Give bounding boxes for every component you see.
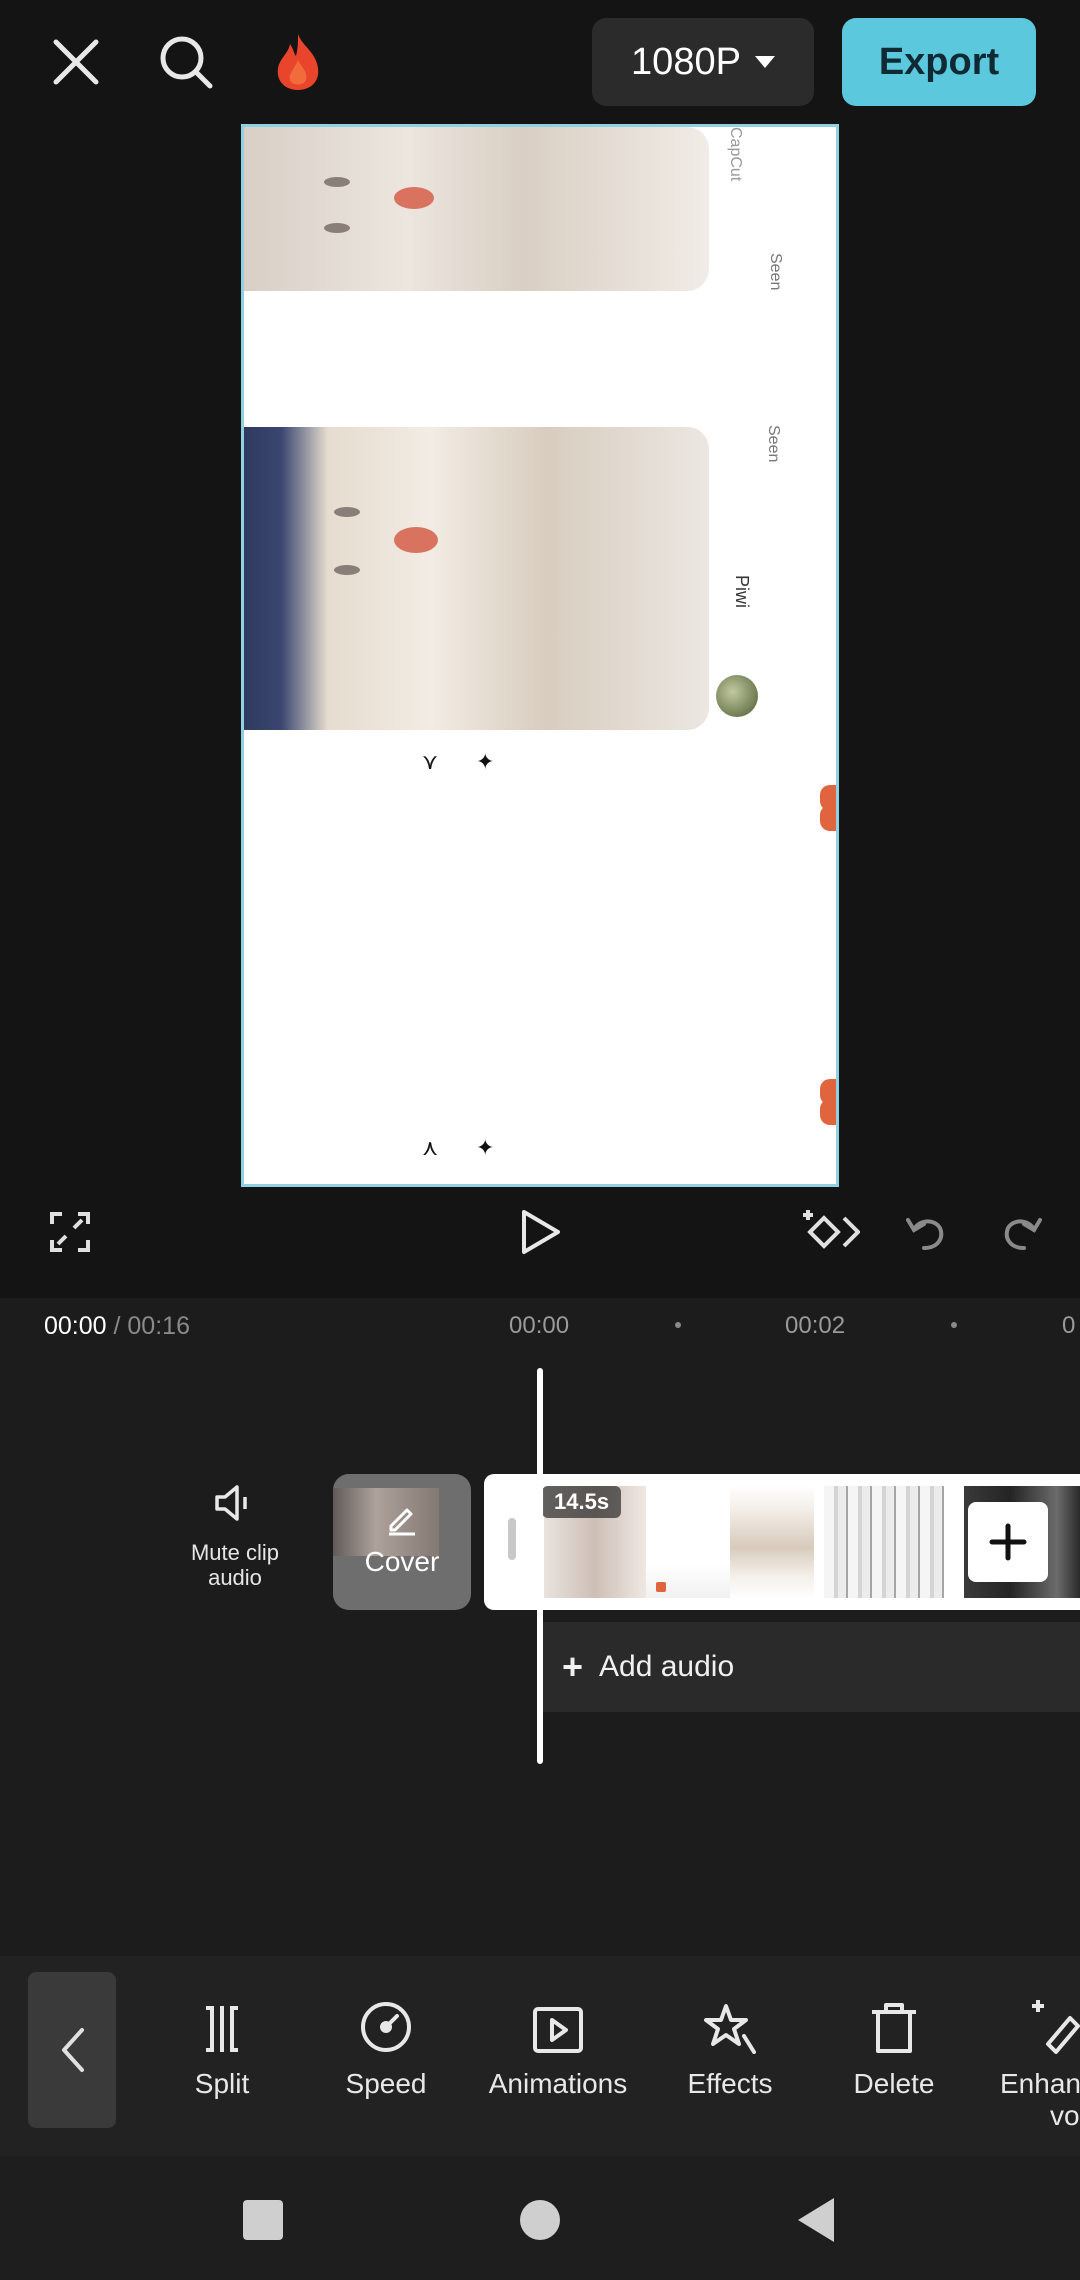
clip-frame [646, 1486, 730, 1598]
delete-label: Delete [853, 2068, 935, 2099]
preview-glyph-1: ⋎ [422, 749, 439, 774]
video-preview[interactable]: CapCut Seen Seen Piwi ⋎ ✦ ⋏ ✦ [241, 124, 839, 1187]
clip-trim-handle[interactable] [508, 1518, 516, 1560]
total-time: / 00:16 [113, 1312, 190, 1340]
search-icon[interactable] [150, 26, 222, 98]
trash-icon [814, 1994, 974, 2054]
animations-label: Animations [488, 2068, 628, 2099]
split-button[interactable]: Split [142, 1994, 302, 2100]
chevron-down-icon [754, 56, 775, 68]
ruler-tick-0: 00:00 [509, 1312, 570, 1339]
clip-frame [824, 1486, 944, 1598]
undo-icon[interactable] [894, 1200, 958, 1264]
animations-button[interactable]: Animations [478, 1994, 638, 2100]
clip-frame [730, 1486, 814, 1598]
effects-label: Effects [687, 2068, 773, 2099]
preview-red-mark-2 [820, 805, 836, 831]
speed-icon [306, 1994, 466, 2054]
top-bar: 1080P Export [0, 0, 1080, 124]
enhance-voice-button[interactable]: Enhan voic [990, 1994, 1080, 2132]
close-icon[interactable] [40, 26, 112, 98]
preview-photo-main [244, 427, 709, 730]
add-audio-button[interactable]: + Add audio [540, 1622, 1080, 1712]
home-icon[interactable] [510, 2190, 570, 2250]
animations-icon [478, 1994, 638, 2054]
preview-watermark: CapCut [727, 127, 744, 182]
preview-seen-top: Seen [767, 253, 784, 291]
split-label: Split [194, 2068, 250, 2099]
cover-label: Cover [364, 1546, 440, 1577]
plus-icon [989, 1523, 1027, 1561]
resolution-dropdown[interactable]: 1080P [592, 18, 814, 106]
split-icon [142, 1994, 302, 2054]
speed-button[interactable]: Speed [306, 1994, 466, 2100]
ruler-tick-1: 00:02 [785, 1312, 846, 1339]
toolbar-back-button[interactable] [28, 1972, 116, 2128]
speaker-icon [170, 1478, 300, 1528]
resolution-label: 1080P [631, 40, 741, 83]
clip-duration-badge: 14.5s [542, 1486, 622, 1518]
preview-seen-mid: Seen [765, 425, 782, 463]
preview-name: Piwi [732, 575, 752, 609]
playhead[interactable] [537, 1368, 543, 1764]
play-icon[interactable] [508, 1200, 572, 1264]
chevron-left-icon [62, 2028, 84, 2072]
delete-button[interactable]: Delete [814, 1994, 974, 2100]
effects-icon [650, 1994, 810, 2054]
enhance-voice-line2: voic [1050, 2100, 1080, 2131]
enhance-voice-line1: Enhan [1000, 2068, 1080, 2099]
plus-icon: + [562, 1646, 584, 1687]
back-icon[interactable] [786, 2190, 846, 2250]
avatar [716, 675, 758, 717]
fire-icon[interactable] [262, 26, 334, 98]
preview-glyph-2: ✦ [476, 749, 495, 774]
fullscreen-icon[interactable] [38, 1200, 102, 1264]
recents-icon[interactable] [233, 2190, 293, 2250]
mute-clip-audio-button[interactable]: Mute clip audio [170, 1478, 300, 1590]
enhance-voice-label: Enhan voic [990, 2068, 1080, 2132]
edit-pencil-icon [385, 1502, 419, 1541]
time-readout: 00:00 / 00:16 [44, 1312, 190, 1341]
keyframe-icon[interactable] [798, 1200, 862, 1264]
add-audio-label: Add audio [599, 1650, 735, 1683]
speed-label: Speed [345, 2068, 427, 2099]
ruler-dot [951, 1322, 957, 1328]
cover-button[interactable]: Cover [333, 1474, 471, 1610]
add-clip-button[interactable] [968, 1502, 1048, 1582]
redo-icon[interactable] [990, 1200, 1054, 1264]
current-time: 00:00 [44, 1312, 107, 1340]
ruler-dot [675, 1322, 681, 1328]
magic-wand-icon [990, 1994, 1080, 2054]
preview-glyph-3: ⋏ [422, 1135, 439, 1160]
preview-red-mark-4 [820, 1099, 836, 1125]
export-button[interactable]: Export [842, 18, 1036, 106]
preview-photo-top [244, 127, 709, 291]
mute-clip-audio-label: Mute clip audio [190, 1540, 280, 1590]
ruler-tick-2: 0 [1062, 1312, 1076, 1339]
effects-button[interactable]: Effects [650, 1994, 810, 2100]
preview-glyph-4: ✦ [476, 1135, 495, 1160]
